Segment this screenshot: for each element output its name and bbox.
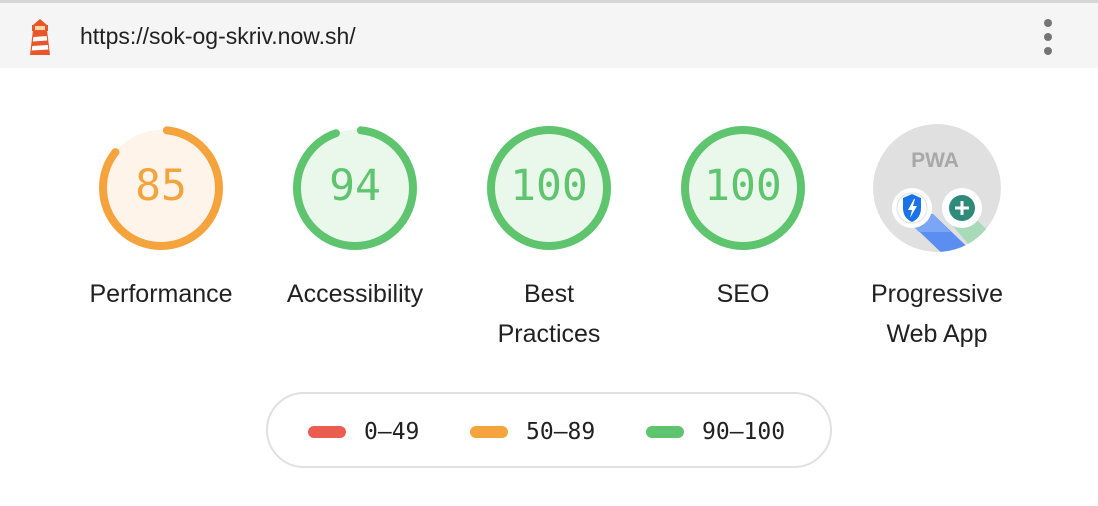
- best-practices-label-line1: Best: [523, 280, 575, 308]
- best-practices-label: Best Practices: [459, 274, 639, 354]
- score-legend: 0–49 50–89 90–100: [266, 392, 832, 468]
- seo-score: 100: [704, 161, 782, 211]
- gauge-pwa[interactable]: PWA Progressive Web App: [847, 122, 1027, 354]
- report-url[interactable]: https://sok-og-skriv.now.sh/: [80, 22, 356, 50]
- best-practices-score: 100: [510, 161, 588, 211]
- seo-label: SEO: [716, 280, 770, 308]
- best-practices-label-line2: Practices: [497, 320, 601, 348]
- gauge-best-practices[interactable]: 100 Best Practices: [459, 122, 639, 354]
- report-url-bar: https://sok-og-skriv.now.sh/: [0, 3, 1098, 68]
- performance-label: Performance: [89, 280, 233, 308]
- legend-swatch-average: [470, 426, 508, 438]
- lighthouse-icon: [30, 19, 50, 55]
- gauge-seo[interactable]: 100 SEO: [653, 122, 833, 314]
- pwa-label: Progressive Web App: [847, 274, 1027, 354]
- pwa-label-line2: Web App: [886, 320, 988, 348]
- accessibility-label: Accessibility: [286, 280, 424, 308]
- legend-swatch-pass: [646, 426, 684, 438]
- legend-swatch-fail: [308, 426, 346, 438]
- gauge-performance[interactable]: 85 Performance: [71, 122, 251, 314]
- gauge-accessibility[interactable]: 94 Accessibility: [265, 122, 445, 314]
- legend-label-fail: 0–49: [364, 419, 420, 445]
- legend-label-pass: 90–100: [702, 419, 786, 445]
- pwa-badge-icon: PWA: [873, 124, 1001, 252]
- legend-label-average: 50–89: [526, 419, 596, 445]
- accessibility-score: 94: [329, 161, 381, 211]
- kebab-menu-icon[interactable]: [1036, 19, 1060, 57]
- pwa-badge-text: PWA: [911, 149, 959, 172]
- pwa-label-line1: Progressive: [871, 280, 1003, 308]
- performance-score: 85: [135, 161, 187, 211]
